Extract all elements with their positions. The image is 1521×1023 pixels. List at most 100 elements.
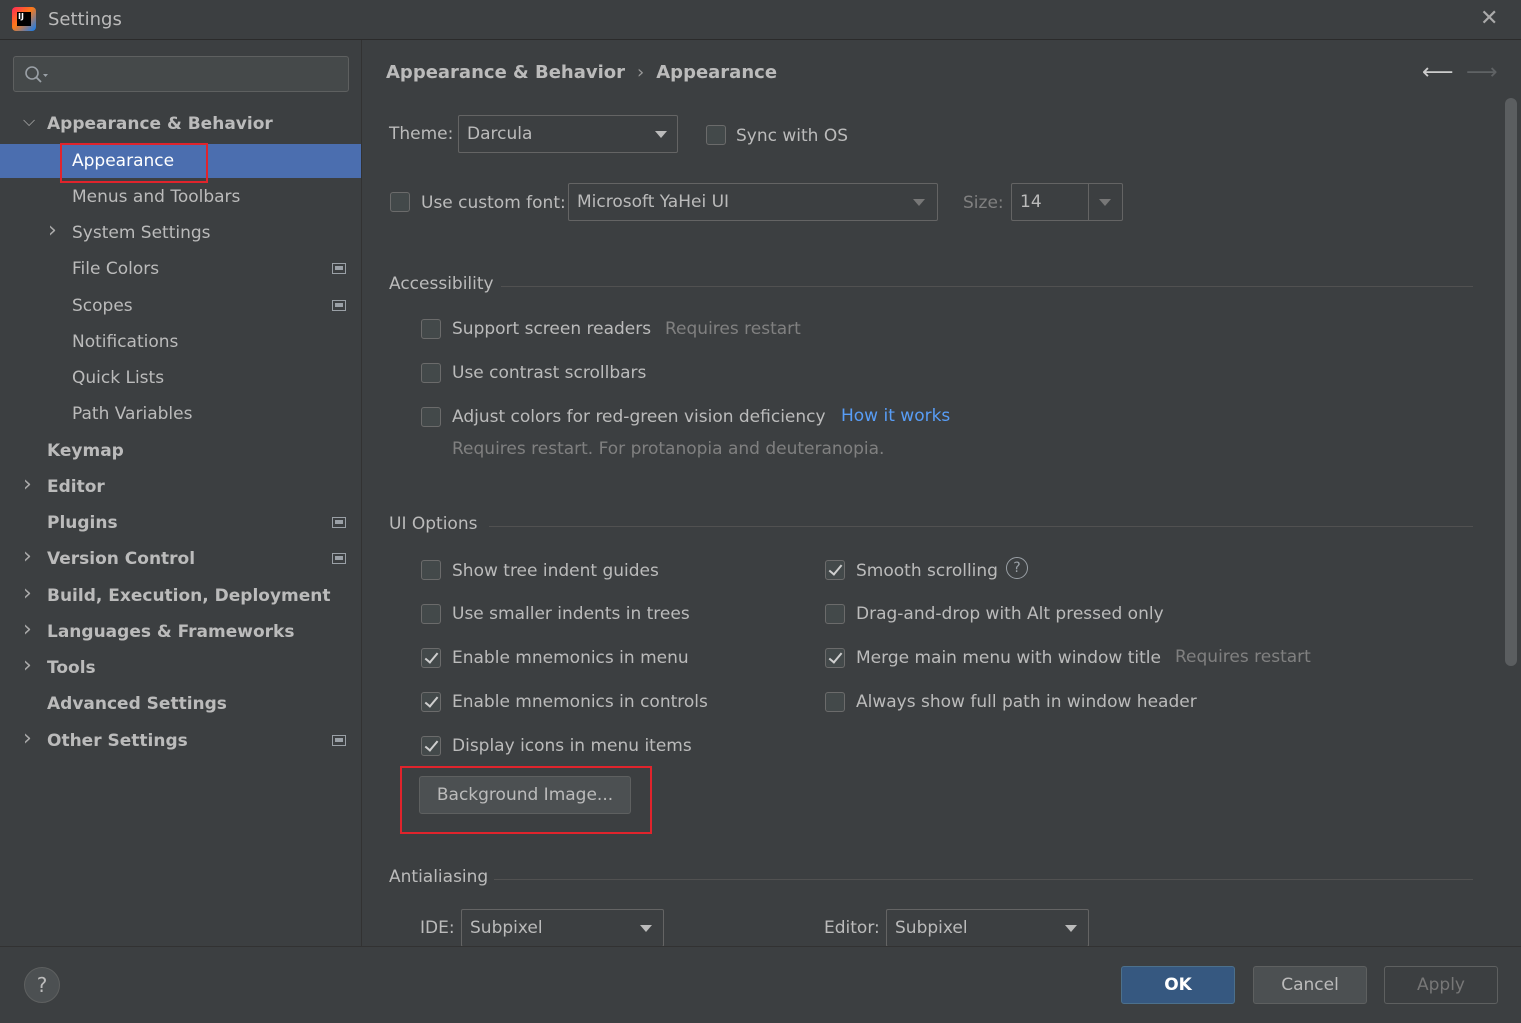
red-green-hint: Requires restart. For protanopia and deu… [452,439,885,459]
project-settings-icon [332,263,346,274]
custom-font-checkbox[interactable] [390,192,410,212]
sidebar-item[interactable]: › Other Settings [0,724,361,758]
smooth-scrolling-checkbox[interactable] [825,560,845,580]
mnemonics-controls-checkbox[interactable] [421,692,441,712]
sidebar-item[interactable]: Appearance [0,144,361,178]
chevron-down-icon [640,925,652,932]
tree-indent-label: Show tree indent guides [452,561,659,581]
sync-os-label: Sync with OS [736,126,849,146]
chevron-right-icon[interactable]: › [48,214,57,248]
ide-label: IDE: [420,918,455,938]
full-path-checkbox[interactable] [825,692,845,712]
sidebar-item[interactable]: › System Settings [0,216,361,250]
sidebar-item[interactable]: File Colors [0,252,361,286]
sidebar-item-label: Menus and Toolbars [72,187,241,207]
sidebar-item-label: Plugins [47,513,118,533]
window-title: Settings [48,9,122,30]
sidebar-item[interactable]: Scopes [0,289,361,323]
font-dropdown[interactable]: Microsoft YaHei UI [568,183,938,221]
sidebar-item-label: Scopes [72,296,133,316]
chevron-right-icon[interactable]: › [23,577,32,611]
sidebar-item[interactable]: Notifications [0,325,361,359]
screen-readers-checkbox[interactable] [421,319,441,339]
red-green-label: Adjust colors for red-green vision defic… [452,407,826,427]
mnemonics-menu-checkbox[interactable] [421,648,441,668]
drag-drop-checkbox[interactable] [825,604,845,624]
sidebar-item[interactable]: Path Variables [0,397,361,431]
background-image-button[interactable]: Background Image... [419,776,631,814]
smaller-indents-label: Use smaller indents in trees [452,604,690,624]
merge-menu-label: Merge main menu with window title [856,648,1161,668]
sidebar-item-label: Appearance [72,151,175,171]
requires-restart-hint: Requires restart [665,319,801,339]
ok-button[interactable]: OK [1121,966,1235,1004]
sidebar-item-label: Build, Execution, Deployment [47,586,331,606]
icons-menu-checkbox[interactable] [421,736,441,756]
requires-restart-hint: Requires restart [1175,647,1311,667]
search-input[interactable] [13,56,349,92]
title-bar [0,0,1521,40]
sidebar-item-label: Advanced Settings [47,694,227,714]
intellij-logo-icon: IJ [12,7,36,31]
theme-value: Darcula [467,124,533,144]
chevron-right-icon[interactable]: › [23,649,32,683]
how-it-works-link[interactable]: How it works [841,406,950,426]
merge-menu-checkbox[interactable] [825,648,845,668]
smooth-scrolling-label: Smooth scrolling [856,561,998,581]
sync-os-checkbox[interactable] [706,125,726,145]
chevron-down-icon [655,131,667,138]
theme-label: Theme: [389,124,454,144]
theme-dropdown[interactable]: Darcula [458,115,678,153]
sidebar-item[interactable]: Advanced Settings [0,687,361,721]
divider [1088,184,1089,220]
chevron-down-icon[interactable]: ⌵ [23,104,35,138]
mnemonics-menu-label: Enable mnemonics in menu [452,648,689,668]
sidebar-item[interactable]: › Tools [0,651,361,685]
sidebar-item[interactable]: › Editor [0,470,361,504]
ide-antialiasing-value: Subpixel [470,918,543,938]
forward-arrow-icon[interactable]: ⟶ [1466,60,1498,85]
breadcrumb-parent[interactable]: Appearance & Behavior [386,62,625,83]
sidebar-item[interactable]: Plugins [0,506,361,540]
close-icon[interactable]: ✕ [1480,6,1498,31]
project-settings-icon [332,300,346,311]
sidebar-item[interactable]: Quick Lists [0,361,361,395]
chevron-down-icon [1065,925,1077,932]
breadcrumb-separator: › [637,62,645,83]
sidebar-item-label: Appearance & Behavior [47,114,273,134]
editor-antialiasing-dropdown[interactable]: Subpixel [886,909,1089,947]
sidebar-item-label: Languages & Frameworks [47,622,295,642]
breadcrumb: Appearance & Behavior › Appearance [386,62,777,83]
help-button[interactable]: ? [24,967,60,1003]
sidebar-item[interactable]: › Version Control [0,542,361,576]
chevron-right-icon[interactable]: › [23,613,32,647]
screen-readers-label: Support screen readers [452,319,652,339]
section-title: UI Options [389,514,478,534]
smaller-indents-checkbox[interactable] [421,604,441,624]
editor-label: Editor: [824,918,880,938]
sidebar-item-label: File Colors [72,259,160,279]
sidebar-item-label: Tools [47,658,96,678]
chevron-right-icon[interactable]: › [23,468,32,502]
help-icon[interactable]: ? [1006,557,1028,579]
sidebar-item[interactable]: › Build, Execution, Deployment [0,579,361,613]
chevron-right-icon[interactable]: › [23,722,32,756]
sidebar-item[interactable]: Keymap [0,434,361,468]
tree-indent-checkbox[interactable] [421,560,441,580]
size-label: Size: [963,193,1004,213]
chevron-right-icon[interactable]: › [23,540,32,574]
sidebar-item[interactable]: ⌵ Appearance & Behavior [0,107,361,141]
ui-options-section: UI Options [389,514,1473,538]
red-green-checkbox[interactable] [421,407,441,427]
ide-antialiasing-dropdown[interactable]: Subpixel [461,909,664,947]
antialiasing-section: Antialiasing [389,867,1473,891]
divider [501,286,1473,287]
back-arrow-icon[interactable]: ⟵ [1422,60,1454,85]
size-dropdown[interactable]: 14 [1011,183,1123,221]
scrollbar-thumb[interactable] [1505,98,1517,666]
cancel-button[interactable]: Cancel [1253,966,1367,1004]
contrast-scrollbars-checkbox[interactable] [421,363,441,383]
sidebar-item[interactable]: Menus and Toolbars [0,180,361,214]
apply-button[interactable]: Apply [1384,966,1498,1004]
sidebar-item[interactable]: › Languages & Frameworks [0,615,361,649]
